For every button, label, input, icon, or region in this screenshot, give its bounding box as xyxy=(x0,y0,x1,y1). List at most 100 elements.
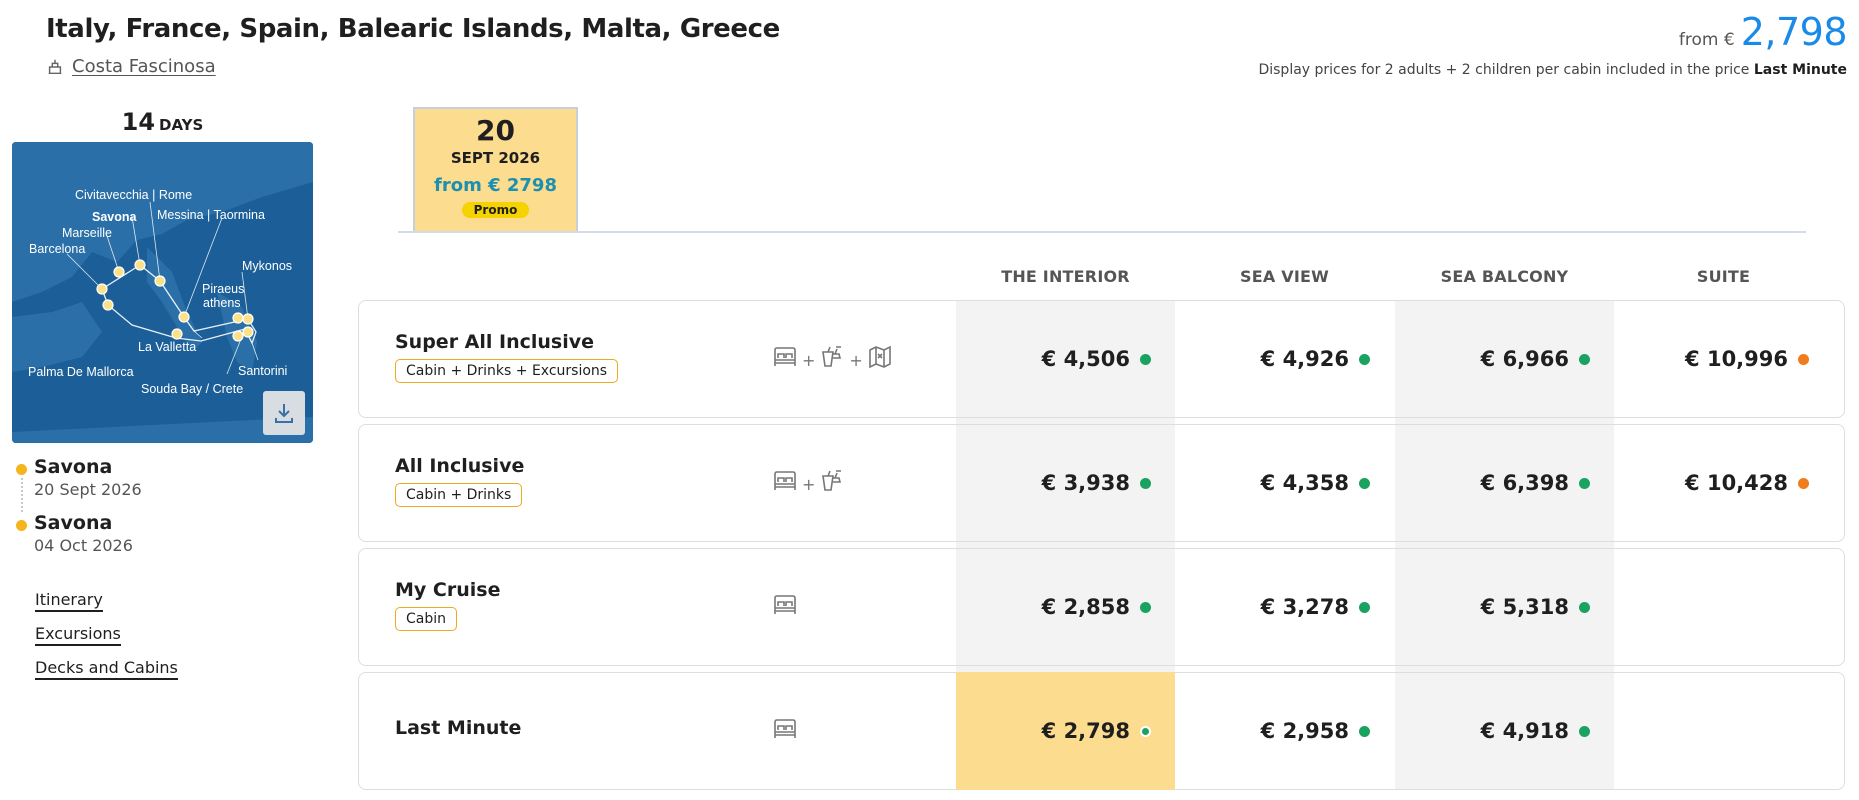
col-header-suite: SUITE xyxy=(1696,267,1751,286)
price-value: € 6,398 xyxy=(1480,471,1569,495)
price-cell[interactable]: € 4,358 xyxy=(1175,424,1394,542)
package-badge: Cabin + Drinks + Excursions xyxy=(395,359,619,383)
price-cell[interactable]: € 5,318 xyxy=(1395,548,1614,666)
map-label-piraeus: Piraeus xyxy=(202,282,244,296)
package-icons xyxy=(772,592,798,618)
link-decks-cabins[interactable]: Decks and Cabins xyxy=(35,658,178,680)
itinerary-map[interactable]: Civitavecchia | Rome Savona Messina | Ta… xyxy=(12,142,313,443)
price-value: € 3,278 xyxy=(1260,595,1349,619)
availability-dot xyxy=(1579,725,1590,737)
price-cell[interactable]: € 6,966 xyxy=(1395,300,1614,418)
price-value: € 2,798 xyxy=(1041,719,1130,743)
package-icons xyxy=(772,716,798,742)
map-label-marseille: Marseille xyxy=(62,226,112,240)
availability-dot xyxy=(1579,477,1590,489)
package-name: My Cruise xyxy=(395,579,501,601)
ship-icon xyxy=(48,59,62,74)
package-icons: + xyxy=(772,468,845,494)
route-dot xyxy=(16,464,27,475)
from-price: from € 2,798 xyxy=(1678,10,1848,54)
side-links: Itinerary Excursions Decks and Cabins xyxy=(35,590,178,692)
drinks-icon xyxy=(822,346,842,367)
price-note-bold: Last Minute xyxy=(1753,62,1847,78)
price-cell[interactable]: € 2,858 xyxy=(956,548,1175,666)
date-tab-day: 20 xyxy=(476,114,515,147)
drinks-icon xyxy=(822,470,842,491)
package-badge: Cabin + Drinks xyxy=(395,483,523,507)
link-itinerary[interactable]: Itinerary xyxy=(35,590,103,612)
availability-dot xyxy=(1798,353,1809,365)
map-label-souda: Souda Bay / Crete xyxy=(141,382,243,396)
price-value: € 4,506 xyxy=(1041,347,1130,371)
availability-dot xyxy=(1359,477,1370,489)
price-cell[interactable]: € 3,278 xyxy=(1175,548,1394,666)
route-stop-departure: Savona 20 Sept 2026 xyxy=(16,456,142,512)
duration: 14 DAYS xyxy=(12,108,313,136)
date-tab-selected[interactable]: 20 SEPT 2026 from € 2798 Promo xyxy=(413,107,578,231)
map-label-savona: Savona xyxy=(92,210,138,224)
availability-dot xyxy=(1140,353,1151,365)
price-value: € 2,958 xyxy=(1260,719,1349,743)
price-value: € 6,966 xyxy=(1480,347,1569,371)
bed-icon xyxy=(774,595,796,614)
from-label: from € xyxy=(1678,30,1735,50)
price-cell[interactable]: € 4,918 xyxy=(1395,672,1614,790)
package-name: Super All Inclusive xyxy=(395,331,595,353)
availability-dot xyxy=(1359,601,1370,613)
price-cell[interactable]: € 10,428 xyxy=(1614,424,1833,542)
duration-number: 14 xyxy=(121,108,156,136)
price-note-text: Display prices for 2 adults + 2 children… xyxy=(1258,62,1750,78)
plus-sign: + xyxy=(802,351,816,370)
bed-icon xyxy=(774,719,796,738)
duration-unit: DAYS xyxy=(159,116,204,134)
availability-dot xyxy=(1579,353,1590,365)
ship-name: Costa Fascinosa xyxy=(72,56,216,77)
route-dot xyxy=(16,520,27,531)
promo-badge: Promo xyxy=(461,202,530,218)
availability-dot xyxy=(1140,477,1151,489)
plus-sign: + xyxy=(849,351,863,370)
col-header-interior: THE INTERIOR xyxy=(1001,267,1130,286)
date-tab-price: from € 2798 xyxy=(434,175,557,196)
link-excursions[interactable]: Excursions xyxy=(35,624,121,646)
package-name: All Inclusive xyxy=(395,455,525,477)
price-cell[interactable]: € 3,938 xyxy=(956,424,1175,542)
arrival-date: 04 Oct 2026 xyxy=(34,536,133,555)
availability-dot xyxy=(1579,601,1590,613)
price-value: € 10,996 xyxy=(1685,347,1788,371)
availability-dot xyxy=(1140,601,1151,613)
price-cell[interactable]: € 4,506 xyxy=(956,300,1175,418)
availability-dot xyxy=(1359,725,1370,737)
map-icon xyxy=(869,345,891,369)
price-value: € 2,858 xyxy=(1041,595,1130,619)
bed-icon xyxy=(774,347,796,366)
availability-dot xyxy=(1140,725,1151,737)
price-cell[interactable]: € 6,398 xyxy=(1395,424,1614,542)
route: Savona 20 Sept 2026 Savona 04 Oct 2026 xyxy=(16,456,142,568)
departure-port: Savona xyxy=(34,456,113,478)
plus-sign: + xyxy=(802,475,816,494)
price-cell[interactable]: € 10,996 xyxy=(1614,300,1833,418)
price-value: € 3,938 xyxy=(1041,471,1130,495)
map-label-messina: Messina | Taormina xyxy=(157,208,265,222)
price-value: € 4,926 xyxy=(1260,347,1349,371)
price-cell[interactable]: € 4,926 xyxy=(1175,300,1394,418)
ship-link[interactable]: Costa Fascinosa xyxy=(46,56,216,77)
map-download-button[interactable] xyxy=(263,391,305,435)
date-tab-month: SEPT 2026 xyxy=(450,149,541,167)
tab-divider xyxy=(398,231,1806,233)
price-cell-selected[interactable]: € 2,798 xyxy=(956,672,1175,790)
package-badge: Cabin xyxy=(395,607,458,631)
price-value: € 5,318 xyxy=(1480,595,1569,619)
map-label-athens: athens xyxy=(203,296,241,310)
price-value: € 4,358 xyxy=(1260,471,1349,495)
price-cell[interactable]: € 2,958 xyxy=(1175,672,1394,790)
arrival-port: Savona xyxy=(34,512,113,534)
map-label-valletta: La Valletta xyxy=(138,340,196,354)
package-icons: + + xyxy=(772,344,893,370)
map-label-barcelona: Barcelona xyxy=(29,242,85,256)
map-label-civitavecchia: Civitavecchia | Rome xyxy=(75,188,192,202)
availability-dot xyxy=(1359,353,1370,365)
bed-icon xyxy=(774,471,796,490)
map-label-santorini: Santorini xyxy=(238,364,287,378)
